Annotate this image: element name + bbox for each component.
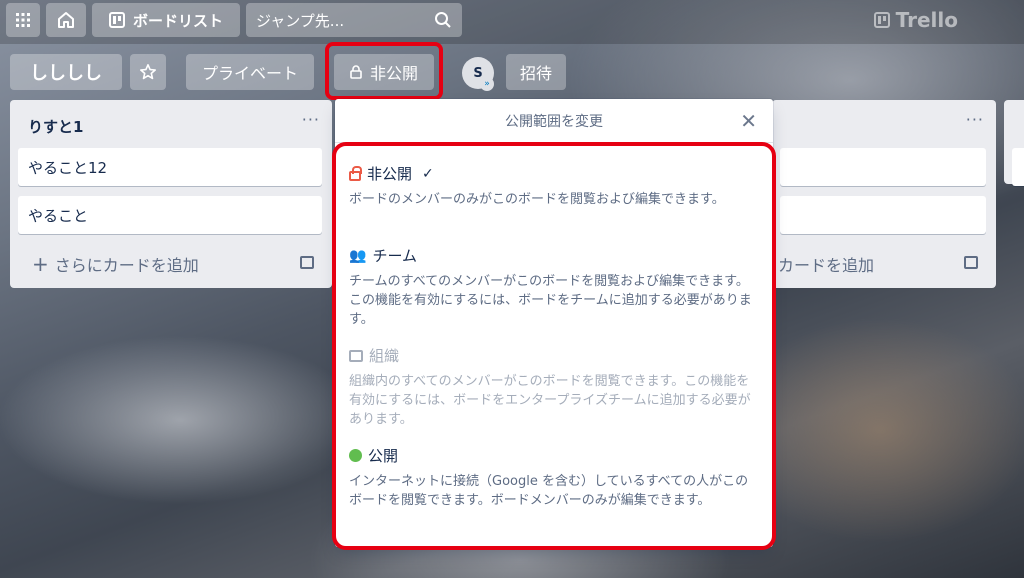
trello-logo[interactable]: Trello: [873, 8, 958, 32]
list-menu-icon[interactable]: ···: [302, 110, 320, 129]
card-template-icon[interactable]: [964, 256, 978, 269]
admin-badge-icon: »: [480, 77, 494, 91]
add-card-label: さらにカードを追加: [54, 256, 199, 275]
invite-button[interactable]: 招待: [506, 54, 566, 90]
top-bar: ボードリスト ジャンプ先... Trello: [0, 0, 1024, 44]
list: ··· カードを追加: [772, 100, 996, 288]
card[interactable]: やること12: [18, 148, 322, 186]
popover-header: 公開範囲を変更 ✕: [335, 99, 773, 143]
search-icon: [435, 12, 451, 28]
trello-logo-text: Trello: [895, 8, 958, 32]
add-card-button[interactable]: カードを追加: [778, 252, 874, 276]
close-icon[interactable]: ✕: [740, 109, 757, 133]
card[interactable]: [780, 148, 986, 186]
team-visibility-button[interactable]: プライベート: [186, 54, 314, 90]
star-button[interactable]: [130, 54, 166, 90]
card[interactable]: [780, 196, 986, 234]
popover-title: 公開範囲を変更: [505, 113, 603, 130]
list-menu-icon[interactable]: ···: [966, 110, 984, 129]
list: りすと1 ··· やること12 やること + さらにカードを追加: [10, 100, 332, 288]
card[interactable]: やること: [18, 196, 322, 234]
apps-button[interactable]: [6, 3, 40, 37]
add-card-button[interactable]: + さらにカードを追加: [32, 252, 199, 276]
visibility-highlight-box: [325, 42, 443, 100]
list-title[interactable]: りすと1: [28, 116, 83, 137]
grid-icon: [16, 13, 30, 27]
boards-button[interactable]: ボードリスト: [92, 3, 240, 37]
search-placeholder: ジャンプ先...: [256, 11, 345, 30]
list: [1004, 100, 1024, 186]
board-name[interactable]: しししし: [10, 54, 122, 90]
star-icon: [140, 64, 156, 80]
board-icon: [108, 12, 125, 28]
home-icon: [58, 12, 74, 28]
boards-label: ボードリスト: [132, 11, 223, 30]
add-card-label: カードを追加: [778, 256, 875, 275]
options-highlight-box: [332, 142, 776, 550]
home-button[interactable]: [46, 3, 86, 37]
plus-icon: +: [32, 252, 49, 276]
search-input[interactable]: ジャンプ先...: [246, 3, 462, 37]
trello-logo-icon: [873, 12, 890, 28]
card-template-icon[interactable]: [300, 256, 314, 269]
card[interactable]: [1012, 148, 1024, 186]
